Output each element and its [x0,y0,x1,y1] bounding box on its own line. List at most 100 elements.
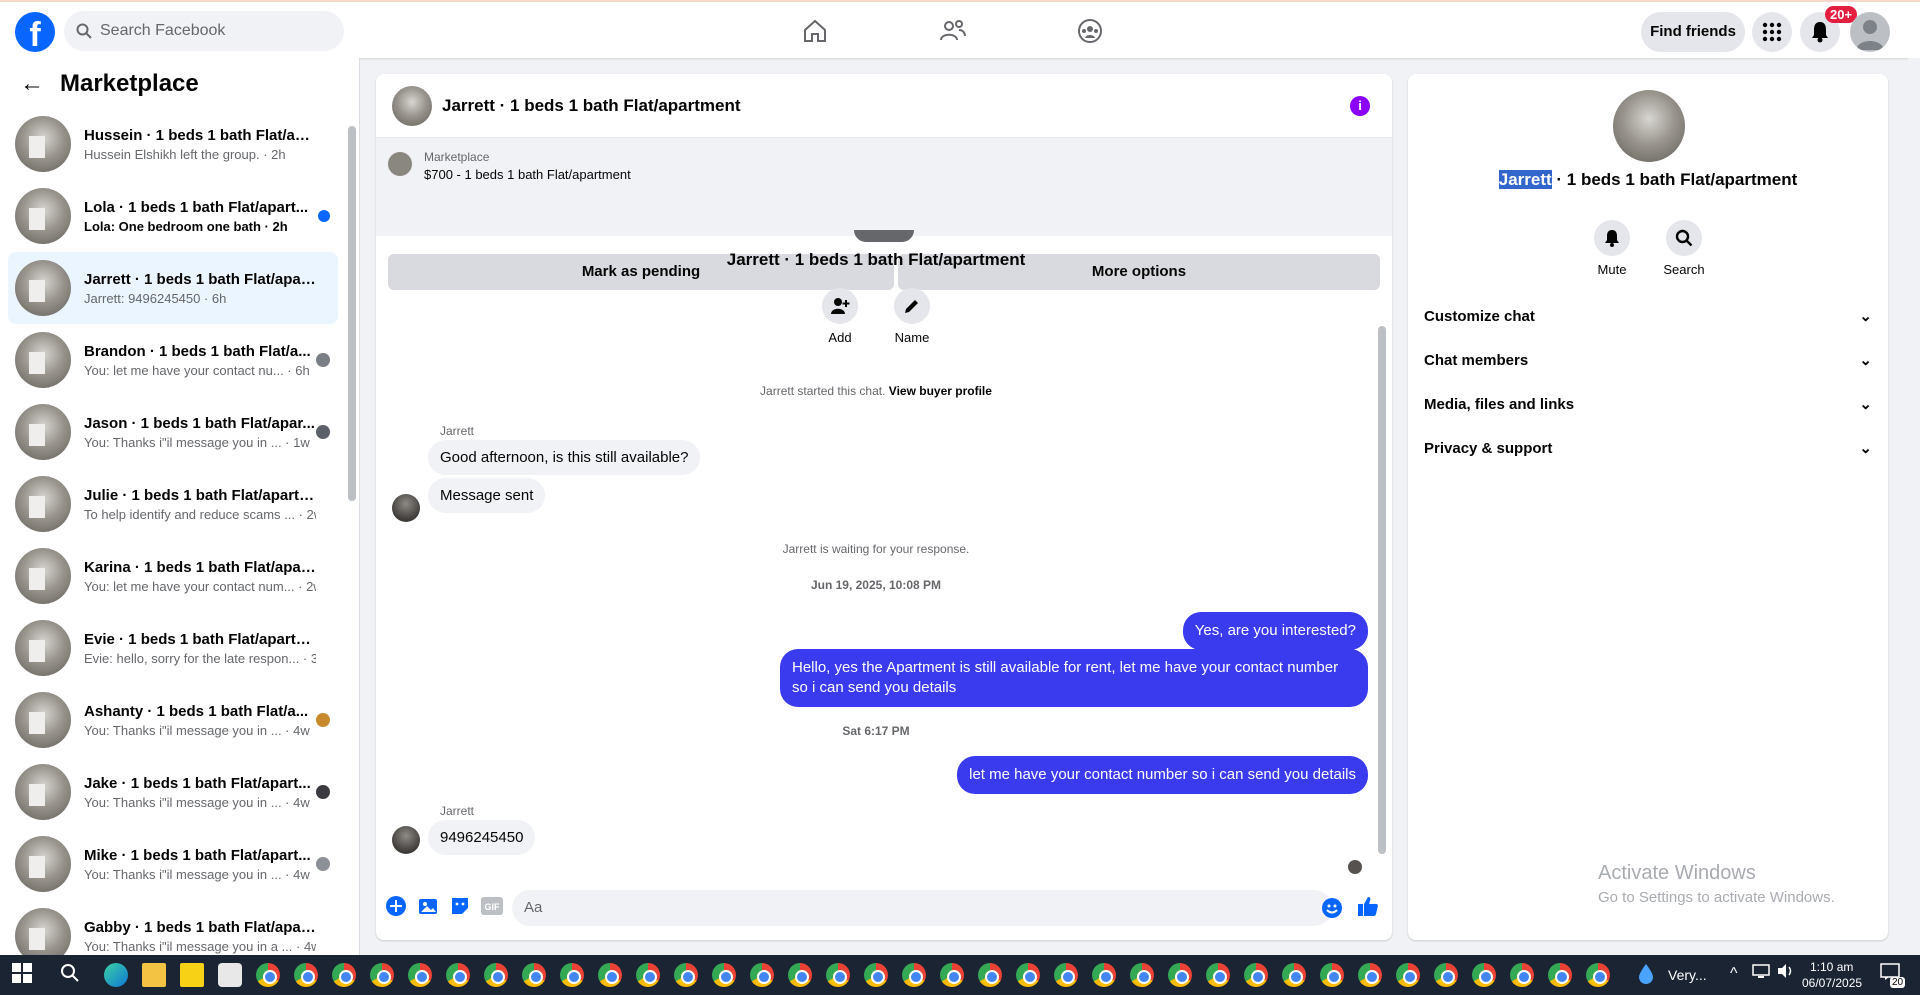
incoming-message[interactable]: 9496245450 [428,820,536,855]
privacy-support-row[interactable]: Privacy & support ⌄ [1424,426,1872,470]
chevron-up-icon[interactable]: ^ [1730,965,1738,983]
chrome-icon[interactable] [636,963,660,987]
info-icon[interactable]: i [1350,96,1370,116]
chrome-icon[interactable] [522,963,546,987]
clock-date[interactable]: 06/07/2025 [1802,976,1862,990]
listing-thumbnail-small[interactable] [388,152,412,176]
chrome-icon[interactable] [1548,963,1572,987]
conversation-item[interactable]: Jason · 1 beds 1 bath Flat/apar... You: T… [8,396,338,468]
menu-grid-icon[interactable] [1752,12,1792,52]
chrome-icon[interactable] [674,963,698,987]
plus-circle-icon[interactable] [384,894,408,918]
chrome-icon[interactable] [1282,963,1306,987]
conversation-item[interactable]: Julie · 1 beds 1 bath Flat/apartm... To h… [8,468,338,540]
buyer-avatar[interactable] [392,826,420,854]
conversation-item[interactable]: Ashanty · 1 beds 1 bath Flat/a... You: Th… [8,684,338,756]
search-input[interactable]: Search Facebook [64,11,344,51]
conversation-item[interactable]: Gabby · 1 beds 1 bath Flat/apart... You: … [8,900,338,955]
chrome-icon[interactable] [1130,963,1154,987]
find-friends-button[interactable]: Find friends [1641,12,1745,52]
chrome-icon[interactable] [370,963,394,987]
chrome-icon[interactable] [1472,963,1496,987]
chrome-icon[interactable] [294,963,318,987]
page-scrollbar[interactable] [1908,58,1920,955]
conversation-item[interactable]: Lola · 1 beds 1 bath Flat/apart... Lola: … [8,180,338,252]
windows-start-icon[interactable] [12,963,36,987]
chrome-icon[interactable] [940,963,964,987]
account-avatar[interactable] [1850,12,1890,52]
chrome-icon[interactable] [256,963,280,987]
buyer-avatar[interactable] [392,494,420,522]
chrome-icon[interactable] [864,963,888,987]
chat-listing-thumbnail[interactable] [392,85,432,126]
photo-icon[interactable] [416,894,440,918]
chrome-icon[interactable] [484,963,508,987]
outgoing-message[interactable]: let me have your contact number so i can… [957,756,1368,794]
edit-name-button[interactable]: Name [882,288,942,345]
sticky-notes-icon[interactable] [180,963,204,987]
emoji-icon[interactable] [1320,896,1344,920]
add-person-button[interactable]: Add [810,288,870,345]
outgoing-message[interactable]: Yes, are you interested? [1182,612,1368,650]
chrome-icon[interactable] [712,963,736,987]
chrome-icon[interactable] [1510,963,1534,987]
media-files-links-row[interactable]: Media, files and links ⌄ [1424,382,1872,426]
chrome-icon[interactable] [408,963,432,987]
conversation-item[interactable]: Karina · 1 beds 1 bath Flat/apart... You:… [8,540,338,612]
incoming-message[interactable]: Good afternoon, is this still available? [428,440,701,475]
friends-icon[interactable] [937,16,969,46]
arrow-left-icon[interactable]: ← [20,70,44,98]
chrome-icon[interactable] [1358,963,1382,987]
outgoing-message[interactable]: Hello, yes the Apartment is still availa… [780,649,1368,707]
conversation-item[interactable]: Brandon · 1 beds 1 bath Flat/a... You: le… [8,324,338,396]
chrome-icon[interactable] [1054,963,1078,987]
weather-text[interactable]: Very... [1668,967,1707,983]
groups-icon[interactable] [1074,16,1106,46]
thumbs-up-icon[interactable] [1356,894,1380,918]
taskbar-search-icon[interactable] [60,963,84,987]
sidebar-scrollbar[interactable] [348,126,356,501]
edge-icon[interactable] [104,963,128,987]
clock-time[interactable]: 1:10 am [1810,960,1853,974]
view-buyer-profile-link[interactable]: View buyer profile [889,384,992,398]
chrome-icon[interactable] [1434,963,1458,987]
chrome-icon[interactable] [750,963,774,987]
chrome-icon[interactable] [902,963,926,987]
conversation-item[interactable]: Evie · 1 beds 1 bath Flat/apartme... Evie… [8,612,338,684]
weather-drop-icon[interactable] [1638,963,1654,987]
mute-button[interactable]: Mute [1582,220,1642,277]
chrome-icon[interactable] [1168,963,1192,987]
chrome-icon[interactable] [598,963,622,987]
gif-icon[interactable]: GIF [480,894,504,918]
volume-icon[interactable] [1776,963,1794,987]
network-icon[interactable] [1752,963,1770,987]
chrome-icon[interactable] [1320,963,1344,987]
chrome-icon[interactable] [560,963,584,987]
chat-members-row[interactable]: Chat members ⌄ [1424,338,1872,382]
chrome-icon[interactable] [1396,963,1420,987]
chrome-icon[interactable] [332,963,356,987]
chrome-icon[interactable] [1586,963,1610,987]
chrome-icon[interactable] [826,963,850,987]
chrome-icon[interactable] [446,963,470,987]
message-input[interactable]: Aa [512,890,1332,926]
chrome-icon[interactable] [1092,963,1116,987]
sticker-icon[interactable] [448,894,472,918]
file-explorer-icon[interactable] [142,963,166,987]
app-icon[interactable] [218,963,242,987]
chrome-icon[interactable] [1016,963,1040,987]
customize-chat-row[interactable]: Customize chat ⌄ [1424,294,1872,338]
incoming-message[interactable]: Message sent [428,478,546,513]
chrome-icon[interactable] [788,963,812,987]
conversation-item[interactable]: Hussein · 1 beds 1 bath Flat/apar... Huss… [8,108,338,180]
facebook-logo-icon[interactable]: f [15,12,55,52]
chat-title[interactable]: Jarrett · 1 beds 1 bath Flat/apartment [442,96,741,116]
home-icon[interactable] [799,16,831,46]
details-listing-thumbnail[interactable] [1613,90,1685,162]
conversation-item[interactable]: Jake · 1 beds 1 bath Flat/apart... You: T… [8,756,338,828]
listing-price[interactable]: $700 - 1 beds 1 bath Flat/apartment [424,167,631,182]
chrome-icon[interactable] [1244,963,1268,987]
conversation-item-active[interactable]: Jarrett · 1 beds 1 bath Flat/apart... Jar… [8,252,338,324]
chat-scrollbar[interactable] [1378,326,1386,854]
chrome-icon[interactable] [978,963,1002,987]
